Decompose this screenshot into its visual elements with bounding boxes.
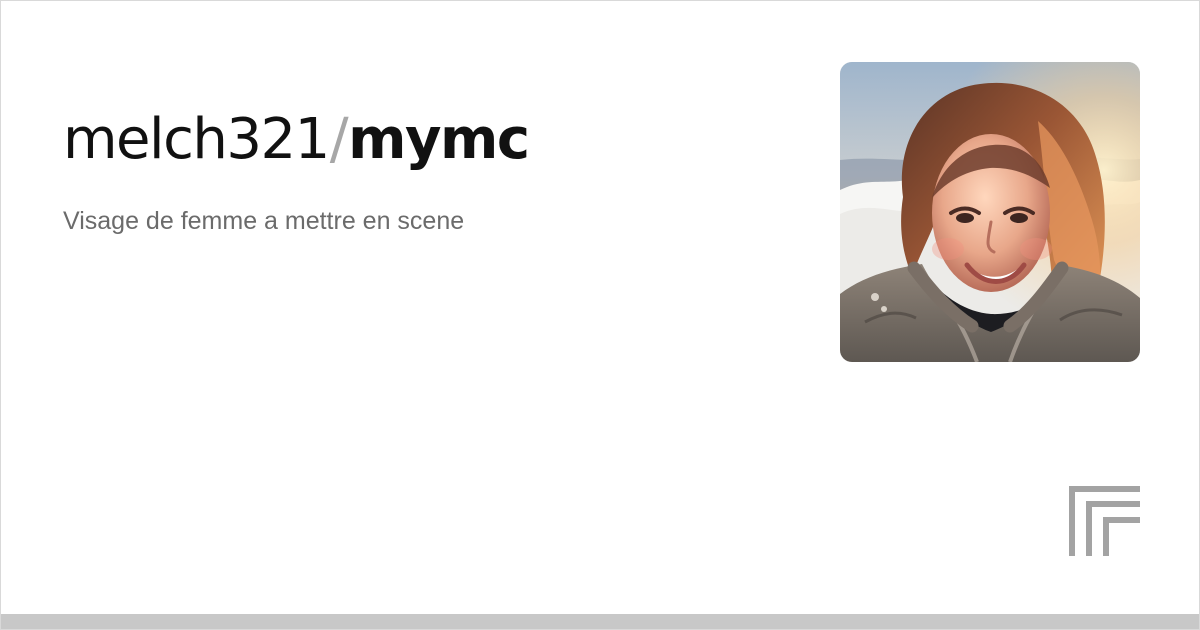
social-preview-card: melch321/mymc Visage de femme a mettre e… [0, 0, 1200, 630]
replicate-logo-icon [1069, 486, 1140, 556]
repository-name: mymc [348, 107, 530, 172]
repository-separator: / [329, 107, 349, 172]
repository-owner: melch321 [63, 107, 330, 172]
repository-description: Visage de femme a mettre en scene [63, 207, 465, 235]
repository-title: melch321/mymc [63, 105, 530, 175]
avatar [840, 62, 1140, 362]
portrait-image [840, 62, 1140, 362]
footer-bar [1, 614, 1199, 629]
